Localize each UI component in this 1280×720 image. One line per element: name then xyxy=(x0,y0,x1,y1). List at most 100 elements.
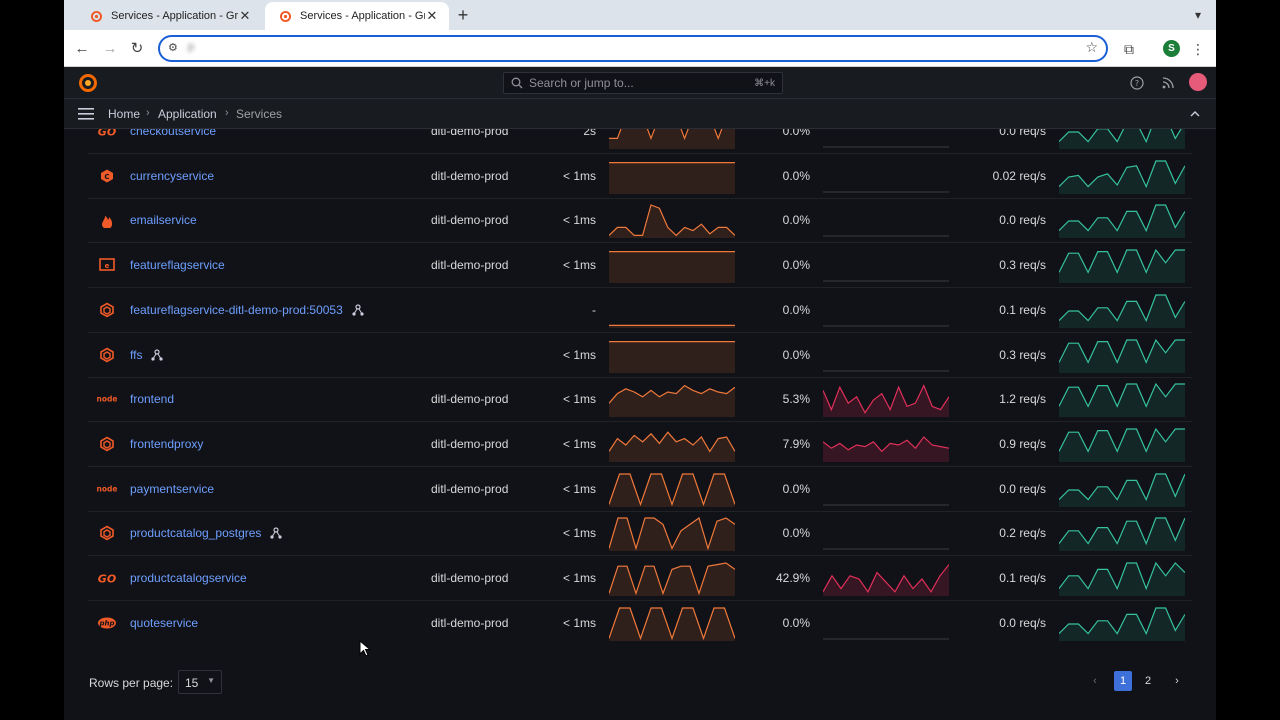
search-icon xyxy=(511,77,523,89)
new-tab-icon[interactable]: + xyxy=(453,6,473,26)
rate-sparkline-area xyxy=(1059,384,1185,418)
connected-nodes-icon xyxy=(270,527,283,539)
browser-tab-2[interactable]: Services - Application - Grafana ✕ xyxy=(265,2,449,30)
errors-sparkline xyxy=(823,548,949,550)
service-name-link[interactable]: productcatalog_postgres xyxy=(130,526,283,540)
user-avatar[interactable] xyxy=(1189,73,1207,91)
chevron-down-icon: ▼ xyxy=(207,676,215,685)
service-name-link[interactable]: frontend xyxy=(130,392,174,406)
tab-search-chevron-icon[interactable]: ▾ xyxy=(1188,5,1208,25)
chevron-up-icon[interactable] xyxy=(1188,107,1202,121)
svg-text:?: ? xyxy=(1135,79,1139,88)
fire-icon xyxy=(96,212,118,229)
tab-bar: Services - Application - Grafana ✕ Servi… xyxy=(64,0,1216,30)
rate-sparkline-area xyxy=(1059,160,1185,194)
service-environment: ditl-demo-prod xyxy=(431,392,509,407)
rate-sparkline xyxy=(1059,160,1185,194)
errors-sparkline xyxy=(823,435,949,462)
svg-text:GO: GO xyxy=(98,573,116,586)
go-icon: GO xyxy=(96,129,118,139)
latency-sparkline xyxy=(609,517,735,552)
search-shortcut: ⌘+k xyxy=(754,77,775,89)
page-1-button[interactable]: 1 xyxy=(1114,671,1132,691)
search-bar[interactable]: Search or jump to... ⌘+k xyxy=(503,72,783,94)
service-name-link[interactable]: paymentservice xyxy=(130,482,214,496)
service-row: node paymentservice ditl-demo-prod < 1ms 0.0… xyxy=(88,467,1192,512)
service-name-link[interactable]: emailservice xyxy=(130,213,197,227)
errors-sparkline xyxy=(823,235,949,237)
errors-sparkline xyxy=(823,504,949,506)
rate-sparkline xyxy=(1059,427,1185,462)
latency-sparkline xyxy=(609,472,735,507)
latency-sparkline xyxy=(609,161,735,194)
grafana-top-bar: Search or jump to... ⌘+k ? xyxy=(64,67,1216,99)
profile-avatar[interactable]: S xyxy=(1163,40,1180,57)
service-name-link[interactable]: productcatalogservice xyxy=(130,571,247,585)
latency-sparkline-area xyxy=(609,473,735,507)
service-request-rate: 0.1 req/s xyxy=(999,302,1046,317)
service-name-link[interactable]: frontendproxy xyxy=(130,437,203,451)
service-name-link[interactable]: checkoutservice xyxy=(130,129,216,138)
svg-text:node: node xyxy=(97,395,118,404)
service-error-rate: 5.3% xyxy=(782,392,810,407)
service-error-rate: 0.0% xyxy=(782,258,810,273)
grafana-favicon-icon xyxy=(90,10,103,22)
forward-arrow-icon[interactable]: → xyxy=(100,39,120,59)
close-tab-icon[interactable]: ✕ xyxy=(425,8,439,24)
extensions-puzzle-icon[interactable]: ⧉ xyxy=(1119,39,1139,59)
back-arrow-icon[interactable]: ← xyxy=(72,39,92,59)
browser-window: Services - Application - Grafana ✕ Servi… xyxy=(64,0,1216,720)
latency-sparkline-area xyxy=(609,251,735,284)
rate-sparkline-area xyxy=(1059,518,1185,552)
service-name-link[interactable]: ffs xyxy=(130,348,164,362)
latency-sparkline xyxy=(609,324,735,328)
kebab-menu-icon[interactable]: ⋮ xyxy=(1188,39,1208,59)
service-row: e featureflagservice ditl-demo-prod < 1ms 0.… xyxy=(88,243,1192,289)
latency-sparkline xyxy=(609,431,735,462)
rate-sparkline xyxy=(1059,561,1185,596)
breadcrumb-services: Services xyxy=(236,107,283,121)
service-latency: < 1ms xyxy=(562,392,596,407)
rate-sparkline-area xyxy=(1059,563,1185,596)
page-2-button[interactable]: 2 xyxy=(1139,671,1157,691)
service-error-rate: 0.0% xyxy=(782,213,810,228)
rate-sparkline xyxy=(1059,294,1185,328)
news-feed-icon[interactable] xyxy=(1161,76,1175,90)
site-settings-icon[interactable]: ⚙ xyxy=(168,41,178,54)
breadcrumb-application[interactable]: Application xyxy=(158,107,217,121)
rate-sparkline xyxy=(1059,248,1185,284)
rate-sparkline xyxy=(1059,204,1185,239)
rows-per-page-label: Rows per page: xyxy=(89,676,174,690)
breadcrumb-home[interactable]: Home xyxy=(108,107,140,121)
node-icon: node xyxy=(96,391,118,407)
reload-icon[interactable]: ↻ xyxy=(127,39,147,59)
grafana-logo-icon[interactable] xyxy=(78,73,98,93)
service-error-rate: 0.0% xyxy=(782,481,810,496)
help-icon[interactable]: ? xyxy=(1130,76,1144,90)
service-environment: ditl-demo-prod xyxy=(431,258,509,273)
service-name-link[interactable]: featureflagservice xyxy=(130,258,225,272)
prev-page-chevron-icon[interactable]: ‹ xyxy=(1086,671,1104,691)
address-bar[interactable]: ⚙ p ☆ xyxy=(158,35,1108,62)
rate-sparkline xyxy=(1059,607,1185,641)
hamburger-menu-icon[interactable] xyxy=(78,107,94,121)
service-row: featureflagservice-ditl-demo-prod:50053 -… xyxy=(88,288,1192,333)
rows-per-page-select[interactable]: 15 ▼ xyxy=(178,670,222,694)
service-name-link[interactable]: currencyservice xyxy=(130,169,214,183)
bookmark-star-icon[interactable]: ☆ xyxy=(1085,39,1098,56)
service-request-rate: 1.2 req/s xyxy=(999,392,1046,407)
next-page-chevron-icon[interactable]: › xyxy=(1168,671,1186,691)
search-placeholder: Search or jump to... xyxy=(529,76,634,90)
service-request-rate: 0.1 req/s xyxy=(999,571,1046,585)
service-latency: - xyxy=(592,302,596,317)
svg-text:C: C xyxy=(104,173,109,181)
latency-sparkline-area xyxy=(609,607,735,641)
latency-sparkline-area xyxy=(609,385,735,418)
service-latency: < 1ms xyxy=(562,347,596,362)
errors-sparkline xyxy=(823,638,949,640)
close-tab-icon[interactable]: ✕ xyxy=(238,8,252,24)
browser-tab-1[interactable]: Services - Application - Grafana ✕ xyxy=(76,2,262,30)
service-name-link[interactable]: featureflagservice-ditl-demo-prod:50053 xyxy=(130,303,364,317)
svg-text:e: e xyxy=(105,262,110,270)
service-name-link[interactable]: quoteservice xyxy=(130,616,198,630)
